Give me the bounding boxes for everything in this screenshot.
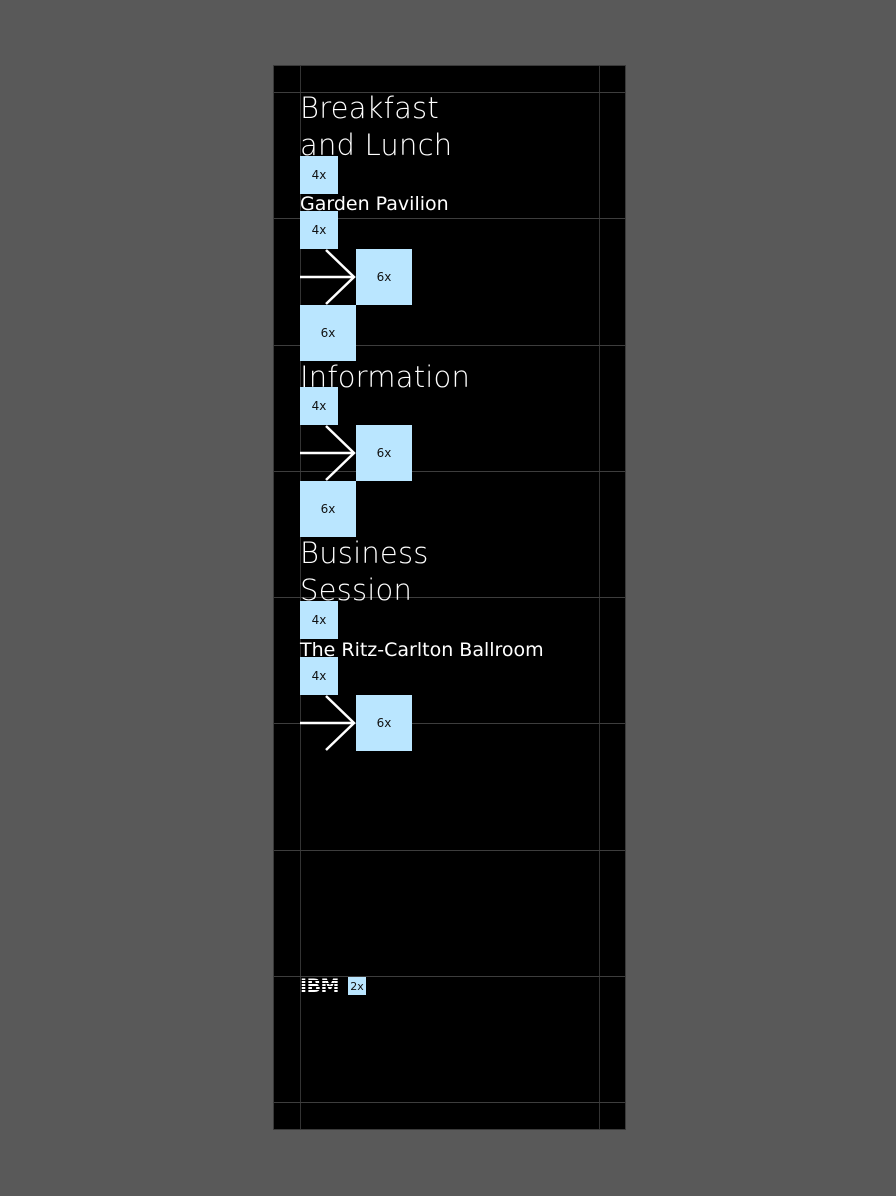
spacer-6x: 6x [300, 305, 356, 361]
spacer-4x: 4x [300, 156, 338, 194]
arrow-right-icon [300, 425, 356, 481]
spacer-6x: 6x [300, 481, 356, 537]
arrow-right-icon [300, 695, 356, 751]
spacer-2x: 2x [348, 977, 366, 995]
section-title-breakfast: Breakfast and Lunch [300, 91, 453, 162]
spacer-4x: 4x [300, 601, 338, 639]
spacer-6x: 6x [356, 249, 412, 305]
signage-board: Breakfast and Lunch 4x Garden Pavilion 4… [273, 65, 626, 1130]
grid-row-line [274, 1102, 625, 1103]
spacer-4x: 4x [300, 387, 338, 425]
spacer-4x: 4x [300, 657, 338, 695]
spacer-6x: 6x [356, 695, 412, 751]
ibm-logo: IBM [300, 975, 339, 997]
arrow-right-icon [300, 249, 356, 305]
section-title-business-session: Business Session [300, 536, 429, 607]
spacer-4x: 4x [300, 211, 338, 249]
spacer-6x: 6x [356, 425, 412, 481]
grid-row-line [274, 850, 625, 851]
